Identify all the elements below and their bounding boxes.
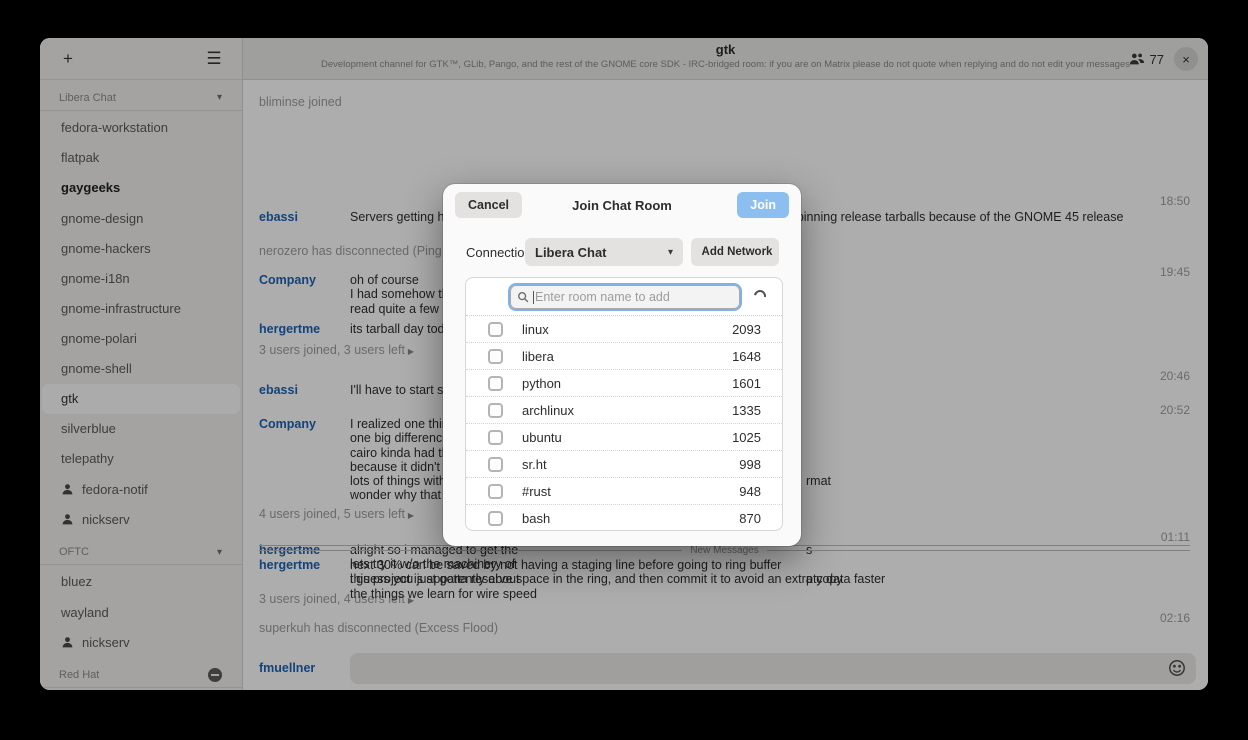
room-row-archlinux[interactable]: archlinux 1335 <box>466 397 782 424</box>
search-icon <box>517 291 529 303</box>
checkbox[interactable] <box>488 322 503 337</box>
room-count: 1335 <box>732 403 761 418</box>
connection-dropdown[interactable]: Libera Chat ▾ <box>525 238 683 266</box>
room-name: #rust <box>522 484 739 499</box>
room-count: 1648 <box>732 349 761 364</box>
room-search-entry[interactable] <box>510 285 740 309</box>
room-row-libera[interactable]: libera 1648 <box>466 343 782 370</box>
room-row-rust[interactable]: #rust 948 <box>466 478 782 505</box>
checkbox[interactable] <box>488 349 503 364</box>
room-name: libera <box>522 349 732 364</box>
room-name: python <box>522 376 732 391</box>
room-name: ubuntu <box>522 430 732 445</box>
join-button[interactable]: Join <box>737 192 789 218</box>
chevron-down-icon: ▾ <box>668 247 673 258</box>
room-count: 948 <box>739 484 761 499</box>
text-caret <box>533 291 534 304</box>
checkbox[interactable] <box>488 376 503 391</box>
room-row-bash[interactable]: bash 870 <box>466 505 782 531</box>
checkbox[interactable] <box>488 430 503 445</box>
modal-dim-overlay-sidebar <box>40 38 243 690</box>
room-count: 2093 <box>732 322 761 337</box>
room-count: 998 <box>739 457 761 472</box>
room-name: archlinux <box>522 403 732 418</box>
checkbox[interactable] <box>488 457 503 472</box>
room-name: sr.ht <box>522 457 739 472</box>
room-count: 1025 <box>732 430 761 445</box>
room-name: bash <box>522 511 739 526</box>
room-count: 870 <box>739 511 761 526</box>
room-row-ubuntu[interactable]: ubuntu 1025 <box>466 424 782 451</box>
room-name: linux <box>522 322 732 337</box>
search-row <box>466 278 782 316</box>
add-network-label: Add Network <box>702 246 773 258</box>
add-network-button[interactable]: Add Network <box>691 238 779 266</box>
room-count: 1601 <box>732 376 761 391</box>
search-input[interactable] <box>535 290 733 304</box>
connection-value: Libera Chat <box>535 245 607 260</box>
room-row-python[interactable]: python 1601 <box>466 370 782 397</box>
room-row-linux[interactable]: linux 2093 <box>466 316 782 343</box>
loading-spinner-icon <box>752 288 769 305</box>
checkbox[interactable] <box>488 484 503 499</box>
room-list: linux 2093 libera 1648 python 1601 archl… <box>465 277 783 531</box>
room-row-srht[interactable]: sr.ht 998 <box>466 451 782 478</box>
checkbox[interactable] <box>488 403 503 418</box>
checkbox[interactable] <box>488 511 503 526</box>
join-chat-room-dialog: Cancel Join Chat Room Join Connection Li… <box>443 184 801 546</box>
connection-label: Connection <box>466 245 532 260</box>
